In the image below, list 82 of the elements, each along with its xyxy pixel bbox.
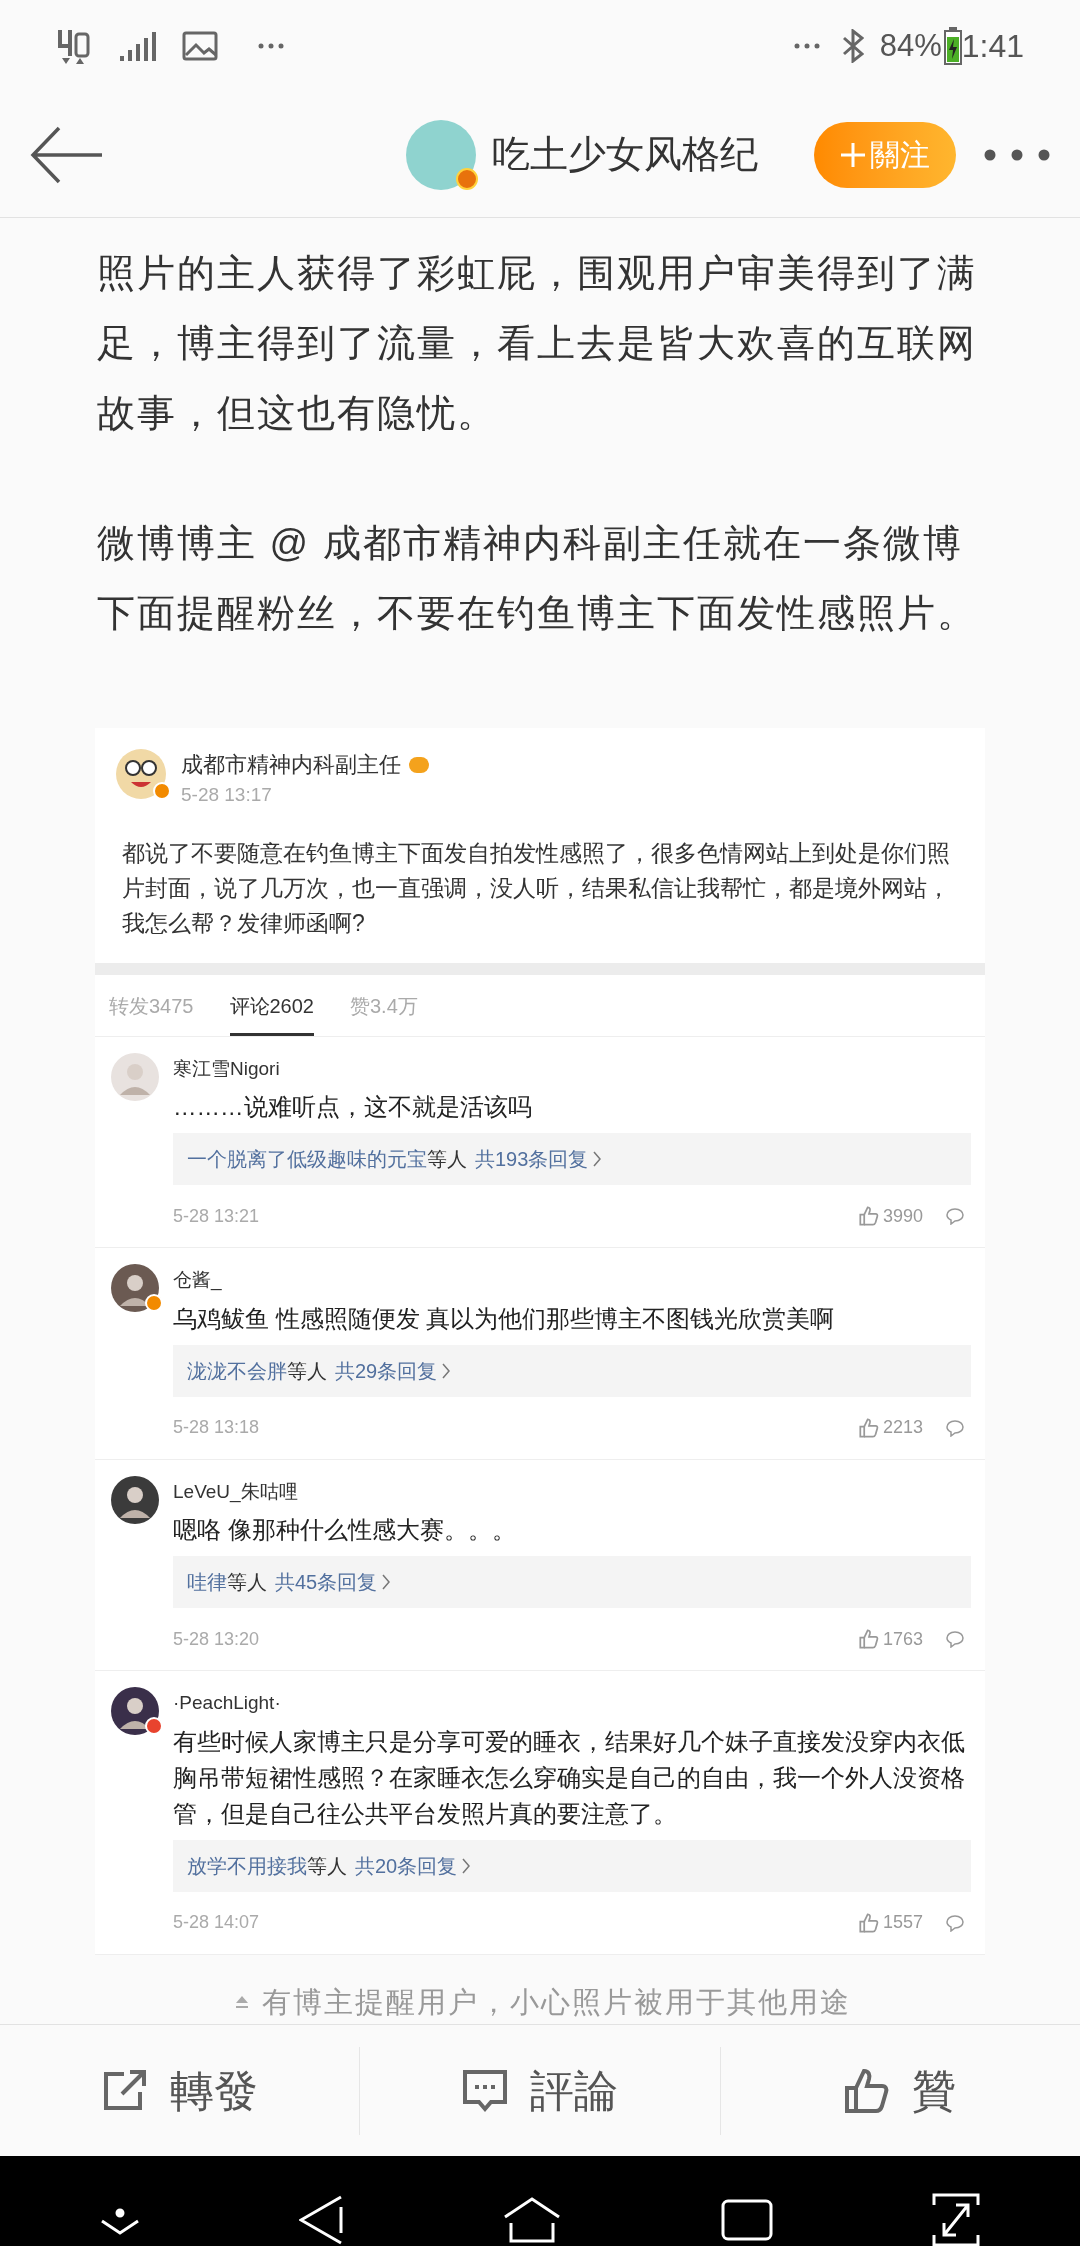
- back-button[interactable]: [30, 124, 104, 185]
- avatar: [111, 1475, 159, 1524]
- repost-button[interactable]: 轉發: [101, 2057, 258, 2124]
- reply-count: 共20条回复: [355, 1853, 458, 1879]
- thumbs-up-icon: [858, 1417, 879, 1438]
- comment-icon: [945, 1418, 965, 1437]
- reply-count: 共193条回复: [475, 1147, 589, 1172]
- replier-suffix: 等人: [287, 1358, 327, 1384]
- replier-suffix: 等人: [227, 1570, 267, 1595]
- comment-time: 5-28 13:20: [173, 1627, 260, 1651]
- verified-badge: [153, 782, 171, 800]
- comment-icon: [945, 1207, 965, 1225]
- battery-percent: 84%: [879, 26, 942, 65]
- avatar: [111, 1264, 159, 1312]
- comment-time: 5-28 13:18: [173, 1416, 260, 1439]
- clock: 1:41: [961, 27, 1024, 66]
- like-count: 3990: [882, 1204, 923, 1228]
- reply-preview[interactable]: 泷泷不会胖等人 共29条回复: [173, 1344, 971, 1397]
- more-icon: [258, 43, 284, 49]
- thumbs-up-icon: [844, 2067, 891, 2114]
- reply-preview[interactable]: 一个脱离了低级趣味的元宝等人 共193条回复: [173, 1133, 971, 1185]
- channel-name: 吃土少女风格纪: [492, 132, 758, 177]
- replier-name: 哇律: [187, 1570, 227, 1595]
- comment-text: 有些时候人家博主只是分享可爱的睡衣，结果好几个妹子直接发没穿内衣低胸吊带短裙性感照？在家睡衣怎么穿确实是自己的自由，我一个外人没资格管，但是自己往公共平台发照片真的要注意了。: [173, 1727, 966, 1829]
- recents-icon: [720, 2199, 773, 2241]
- comment-icon: [462, 2068, 508, 2113]
- comment-text: ………说难听点，这不就是活该吗: [173, 1093, 533, 1122]
- comment-text: 嗯咯 像那种什么性感大赛。。。: [173, 1516, 517, 1545]
- plus-icon: [840, 141, 866, 168]
- chevron-right-icon: [381, 1574, 392, 1590]
- more-icon: [793, 43, 820, 49]
- reply-preview[interactable]: 放学不用接我等人 共20条回复: [173, 1839, 971, 1892]
- replier-name: 一个脱离了低级趣味的元宝: [187, 1147, 427, 1172]
- expand-icon: [932, 2193, 981, 2246]
- chevron-right-icon: [592, 1151, 603, 1167]
- comment-time: 5-28 13:21: [173, 1204, 260, 1228]
- chevron-right-icon: [441, 1362, 452, 1379]
- article-paragraph: 照片的主人获得了彩虹屁，围观用户审美得到了满足，博主得到了流量，看上去是皆大欢喜的互联网故事，但这也有隐忧。: [97, 251, 978, 436]
- reply-count: 共45条回复: [275, 1570, 378, 1595]
- author-name: 成都市精神内科副主任: [181, 751, 401, 779]
- signal-icon: [118, 30, 158, 62]
- like-count: 2213: [882, 1416, 923, 1439]
- replier-name: 放学不用接我: [187, 1853, 307, 1879]
- chevron-right-icon: [461, 1857, 472, 1874]
- commenter-name: 寒江雪Nigori: [173, 1056, 281, 1081]
- commenter-name: ·PeachLight·: [173, 1691, 282, 1715]
- comment-time: 5-28 14:07: [173, 1911, 260, 1934]
- image-caption: 有博主提醒用户，小心照片被用于其他用途: [261, 1984, 851, 2020]
- image-icon: [182, 31, 218, 61]
- member-icon: [409, 756, 429, 773]
- commenter-name: LeVeU_朱咕哩: [173, 1479, 299, 1505]
- thumbs-up-icon: [858, 1912, 879, 1933]
- home-icon: [503, 2197, 561, 2243]
- commenter-name: 仓酱_: [173, 1268, 223, 1293]
- thumbs-up-icon: [858, 1206, 879, 1226]
- post-body: 都说了不要随意在钓鱼博主下面发自拍发性感照了，很多色情网站上到处是你们照片封面，说了几万次，也一直强调，没人听，结果私信让我帮忙，都是境外网站，我怎么帮？发律师函啊?: [122, 838, 951, 938]
- tab[interactable]: 评论2602: [229, 990, 314, 1036]
- avatar: [111, 1687, 159, 1735]
- like-count: 1557: [882, 1911, 923, 1934]
- thumbs-up-icon: [858, 1629, 879, 1649]
- comment-icon: [945, 1630, 965, 1648]
- reply-count: 共29条回复: [335, 1358, 438, 1384]
- comment-text: 乌鸡鲅鱼 性感照随便发 真以为他们那些博主不图钱光欣赏美啊: [173, 1304, 836, 1334]
- back-icon: [299, 2195, 344, 2245]
- battery-icon: [943, 27, 962, 65]
- like-count: 1763: [882, 1627, 923, 1651]
- post-time: 5-28 13:17: [181, 783, 273, 807]
- more-icon: [984, 148, 1050, 161]
- replier-suffix: 等人: [307, 1853, 347, 1879]
- cartoon-avatar-icon: [115, 748, 167, 800]
- reply-preview[interactable]: 哇律等人 共45条回复: [173, 1556, 971, 1608]
- triangle-icon: [233, 1995, 250, 2010]
- replier-name: 泷泷不会胖: [187, 1358, 287, 1384]
- share-icon: [101, 2069, 148, 2112]
- bluetooth-icon: [841, 29, 864, 63]
- like-button[interactable]: 贊: [844, 2057, 957, 2124]
- article-paragraph: 微博博主 @ 成都市精神内科副主任就在一条微博下面提醒粉丝，不要在钓鱼博主下面发性感照片。: [97, 521, 978, 636]
- avatar: [111, 1052, 159, 1101]
- comment-icon: [945, 1913, 965, 1932]
- replier-suffix: 等人: [427, 1147, 467, 1172]
- back-arrow-icon: [30, 125, 104, 184]
- comment-button[interactable]: 評論: [462, 2057, 618, 2124]
